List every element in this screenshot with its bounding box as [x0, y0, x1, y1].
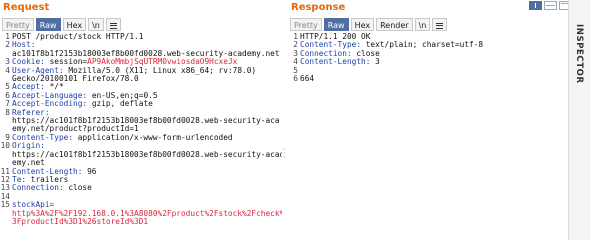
- request-title: Request: [3, 2, 50, 13]
- hamburger-menu-icon: [436, 21, 444, 30]
- line-number: 4: [5, 65, 10, 75]
- response-token: 3: [375, 57, 380, 67]
- request-panel: Request Pretty Raw Hex \n 1 POST /product…: [0, 0, 282, 240]
- response-token: text/plain; charset=utf-8: [365, 40, 484, 50]
- layout-split-horizontal-icon[interactable]: [544, 1, 557, 10]
- response-line: 4 Content-Length: 3: [288, 57, 568, 66]
- request-line: 1 POST /product/stock HTTP/1.1: [0, 32, 282, 41]
- response-line-text: 664: [298, 74, 315, 84]
- request-line: 3FproductId%3D1%26storeId%3D1: [0, 216, 282, 226]
- inspector-label[interactable]: INSPECTOR: [574, 24, 584, 84]
- response-line: 5: [288, 66, 568, 75]
- response-editor[interactable]: 1 HTTP/1.1 200 OK 2 Content-Type: text/plai…: [288, 32, 568, 240]
- request-raw-button[interactable]: Raw: [35, 18, 61, 31]
- response-token: Content-Length:: [300, 57, 376, 67]
- response-title: Response: [291, 2, 346, 13]
- response-pretty-button[interactable]: Pretty: [290, 18, 322, 31]
- request-token: application/x-www-form-urlencoded: [77, 132, 233, 142]
- request-line-text: https://ac101f8b1f2153b18003ef8b00fd0028…: [10, 149, 282, 159]
- request-toolbar: Pretty Raw Hex \n: [2, 18, 121, 31]
- layout-toggle-group: [529, 1, 572, 10]
- line-number: [0, 218, 10, 226]
- response-raw-button[interactable]: Raw: [323, 18, 349, 31]
- line-number: 15: [0, 200, 10, 210]
- request-token: 96: [87, 166, 97, 176]
- request-line-text: Connection: close: [10, 184, 92, 192]
- line-number: 6: [293, 74, 298, 84]
- hamburger-menu-icon: [109, 21, 117, 30]
- request-line: 13 Connection: close: [0, 183, 282, 192]
- line-number: 10: [0, 141, 10, 151]
- request-token: close: [68, 183, 92, 193]
- request-token: gzip, deflate: [91, 99, 153, 109]
- request-hex-button[interactable]: Hex: [62, 18, 87, 31]
- response-panel: Response Pretty Raw Hex Render \n 1 HTTP/…: [288, 0, 568, 240]
- response-hex-button[interactable]: Hex: [350, 18, 375, 31]
- line-number: 2: [5, 40, 10, 50]
- response-toolbar: Pretty Raw Hex Render \n: [290, 18, 448, 31]
- response-line-text: Content-Length: 3: [298, 58, 380, 66]
- layout-split-vertical-icon[interactable]: [529, 1, 542, 10]
- splitter-handle-icon: · · ·: [283, 145, 286, 162]
- request-menu-button[interactable]: [105, 18, 121, 31]
- response-menu-button[interactable]: [432, 18, 448, 31]
- request-token: Connection:: [12, 183, 69, 193]
- line-number: [0, 117, 10, 125]
- request-newline-toggle[interactable]: \n: [88, 18, 104, 31]
- response-token: 664: [300, 74, 315, 84]
- request-line-text: 3FproductId%3D1%26storeId%3D1: [10, 216, 149, 226]
- response-render-button[interactable]: Render: [376, 18, 413, 31]
- line-number: [0, 151, 10, 159]
- request-token: 3FproductId%3D1%26storeId%3D1: [12, 216, 149, 226]
- inspector-sidebar[interactable]: INSPECTOR: [568, 0, 590, 240]
- line-number: [0, 210, 10, 218]
- response-line: 6 664: [288, 74, 568, 84]
- request-token: https://ac101f8b1f2153b18003ef8b00fd0028…: [12, 149, 282, 159]
- request-pretty-button[interactable]: Pretty: [2, 18, 34, 31]
- response-newline-toggle[interactable]: \n: [414, 18, 431, 31]
- line-number: 8: [5, 107, 10, 117]
- request-editor[interactable]: 1 POST /product/stock HTTP/1.1 2 Host: ac10…: [0, 32, 282, 240]
